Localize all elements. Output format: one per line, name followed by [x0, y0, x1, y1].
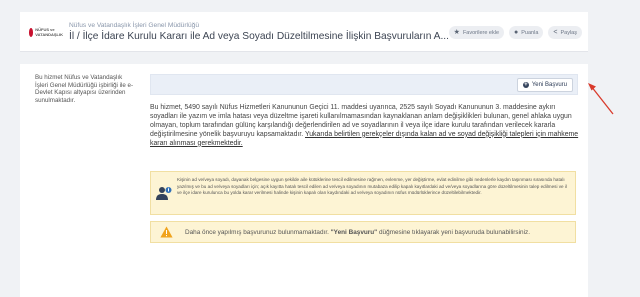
logo-text: NÜFUS ve VATANDAŞLIK — [35, 27, 63, 37]
page-title: İl / İlçe İdare Kurulu Kararı ile Ad vey… — [69, 31, 449, 42]
rate-button[interactable]: ● Puanla — [509, 26, 544, 39]
warning-triangle-icon — [160, 226, 173, 238]
star-icon: ★ — [453, 29, 460, 36]
share-icon: < — [553, 29, 558, 36]
speech-bubble-icon: ● — [514, 29, 519, 36]
rate-label: Puanla — [521, 29, 539, 36]
share-button[interactable]: < Paylaş — [548, 26, 582, 39]
new-application-label: Yeni Başvuru — [531, 82, 567, 88]
header-actions: ★ Favorilere ekle ● Puanla < Paylaş — [448, 26, 582, 39]
no-application-warning: Daha önce yapılmış başvurunuz bulunmamak… — [150, 221, 576, 243]
warning-text-before: Daha önce yapılmış başvurunuz bulunmamak… — [185, 229, 331, 236]
main-content: Bu hizmet Nüfus ve Vatandaşlık İşleri Ge… — [20, 64, 588, 297]
share-label: Paylaş — [560, 29, 577, 36]
favorite-button[interactable]: ★ Favorilere ekle — [448, 26, 505, 39]
nvi-logo[interactable]: NÜFUS ve VATANDAŞLIK — [29, 27, 63, 38]
service-description: Bu hizmet, 5490 sayılı Nüfus Hizmetleri … — [150, 104, 580, 149]
annotation-arrow — [588, 83, 614, 115]
sidebar-info: Bu hizmet Nüfus ve Vatandaşlık İşleri Ge… — [35, 74, 134, 105]
warning-text-after: düğmesine tıklayarak yeni başvuruda bulu… — [377, 229, 530, 236]
info-notice-text: Kişinin ad ve/veya soyadı, dayanak belge… — [177, 177, 567, 196]
warning-text: Daha önce yapılmış başvurunuz bulunmamak… — [185, 229, 530, 236]
person-info-icon — [156, 187, 172, 200]
warning-text-bold: "Yeni Başvuru" — [330, 229, 378, 236]
logo-emblem — [29, 28, 34, 37]
favorite-label: Favorilere ekle — [462, 29, 500, 36]
institution-name[interactable]: Nüfus ve Vatandaşlık İşleri Genel Müdürl… — [69, 22, 199, 29]
new-application-button[interactable]: + Yeni Başvuru — [516, 78, 573, 92]
info-notice: Kişinin ad ve/veya soyadı, dayanak belge… — [150, 171, 576, 215]
action-toolbar: + Yeni Başvuru — [150, 74, 578, 95]
plus-circle-icon: + — [522, 82, 529, 88]
page-header: NÜFUS ve VATANDAŞLIK Nüfus ve Vatandaşlı… — [20, 12, 588, 52]
